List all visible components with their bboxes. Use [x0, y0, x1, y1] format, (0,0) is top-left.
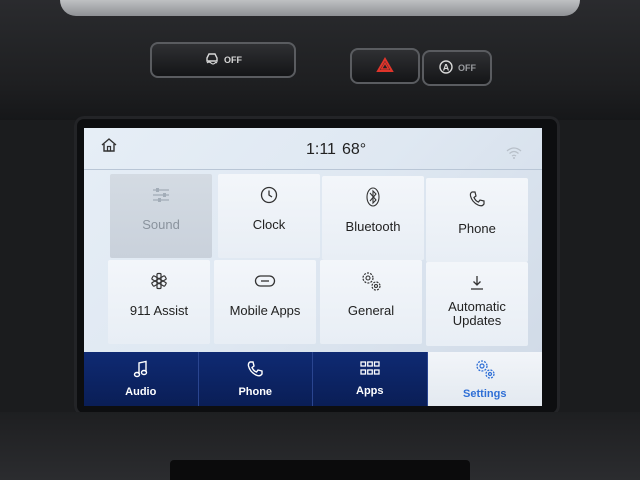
dashboard-slot — [170, 460, 470, 480]
nav-settings[interactable]: Settings — [427, 352, 542, 406]
phone-icon — [466, 188, 488, 210]
tile-label: General — [347, 303, 395, 318]
nav-apps[interactable]: Apps — [313, 352, 428, 406]
auto-start-stop-off-label: OFF — [458, 63, 476, 73]
clock-icon — [258, 184, 280, 206]
wifi-icon — [506, 146, 522, 164]
home-icon — [100, 137, 118, 158]
gears-icon — [474, 358, 496, 383]
tile-911-assist[interactable]: 911 Assist — [108, 260, 210, 344]
tile-phone[interactable]: Phone — [426, 178, 528, 262]
bottom-nav-bar: Audio Phone Apps Settings — [84, 352, 542, 406]
download-icon — [466, 272, 488, 294]
tile-label: Bluetooth — [345, 219, 401, 234]
traction-control-off-button[interactable]: OFF — [150, 42, 296, 78]
tile-bluetooth[interactable]: Bluetooth — [322, 176, 424, 260]
status-bar: 1:11 68° — [84, 128, 542, 170]
svg-text:A: A — [443, 62, 450, 72]
tile-label: Sound — [142, 217, 180, 232]
auto-start-stop-off-button[interactable]: A OFF — [422, 50, 492, 86]
nav-label: Apps — [356, 385, 384, 397]
gears-icon — [360, 270, 382, 292]
sync-touchscreen: 1:11 68° Sound Clock Bluetooth Phone 911… — [84, 128, 542, 406]
tile-label: Phone — [458, 221, 496, 236]
tile-label: 911 Assist — [129, 303, 189, 318]
hazard-triangle-icon — [376, 56, 394, 76]
nav-label: Audio — [125, 386, 157, 398]
link-icon — [254, 270, 276, 292]
nav-audio[interactable]: Audio — [84, 352, 199, 406]
nav-label: Phone — [238, 386, 273, 398]
sliders-icon — [150, 184, 172, 206]
traction-control-off-label: OFF — [224, 55, 242, 65]
tile-sound[interactable]: Sound — [110, 174, 212, 258]
asterisk-icon — [148, 270, 170, 292]
apps-grid-icon — [360, 361, 380, 380]
status-clock: 1:11 — [306, 141, 336, 158]
hazard-button[interactable] — [350, 48, 420, 84]
tile-general[interactable]: General — [320, 260, 422, 344]
phone-icon — [246, 360, 264, 381]
tile-label: Automatic Updates — [448, 299, 506, 328]
bluetooth-icon — [362, 186, 384, 208]
home-button[interactable] — [92, 132, 126, 162]
auto-start-stop-icon: A — [438, 59, 454, 78]
tile-clock[interactable]: Clock — [218, 174, 320, 258]
nav-phone[interactable]: Phone — [199, 352, 313, 406]
nav-label: Settings — [463, 388, 507, 400]
tile-mobile-apps[interactable]: Mobile Apps — [214, 260, 316, 344]
dashboard-reflection — [60, 0, 580, 16]
tile-label: Clock — [252, 217, 286, 232]
tile-automatic-updates[interactable]: Automatic Updates — [426, 262, 528, 346]
music-note-icon — [133, 360, 149, 381]
status-temperature: 68° — [342, 141, 367, 158]
traction-control-icon — [204, 52, 220, 69]
dashboard-top — [0, 0, 640, 120]
tile-label: Mobile Apps — [229, 303, 301, 318]
dashboard-bottom — [0, 412, 640, 480]
settings-grid: Sound Clock Bluetooth Phone 911 Assist M… — [84, 174, 542, 390]
